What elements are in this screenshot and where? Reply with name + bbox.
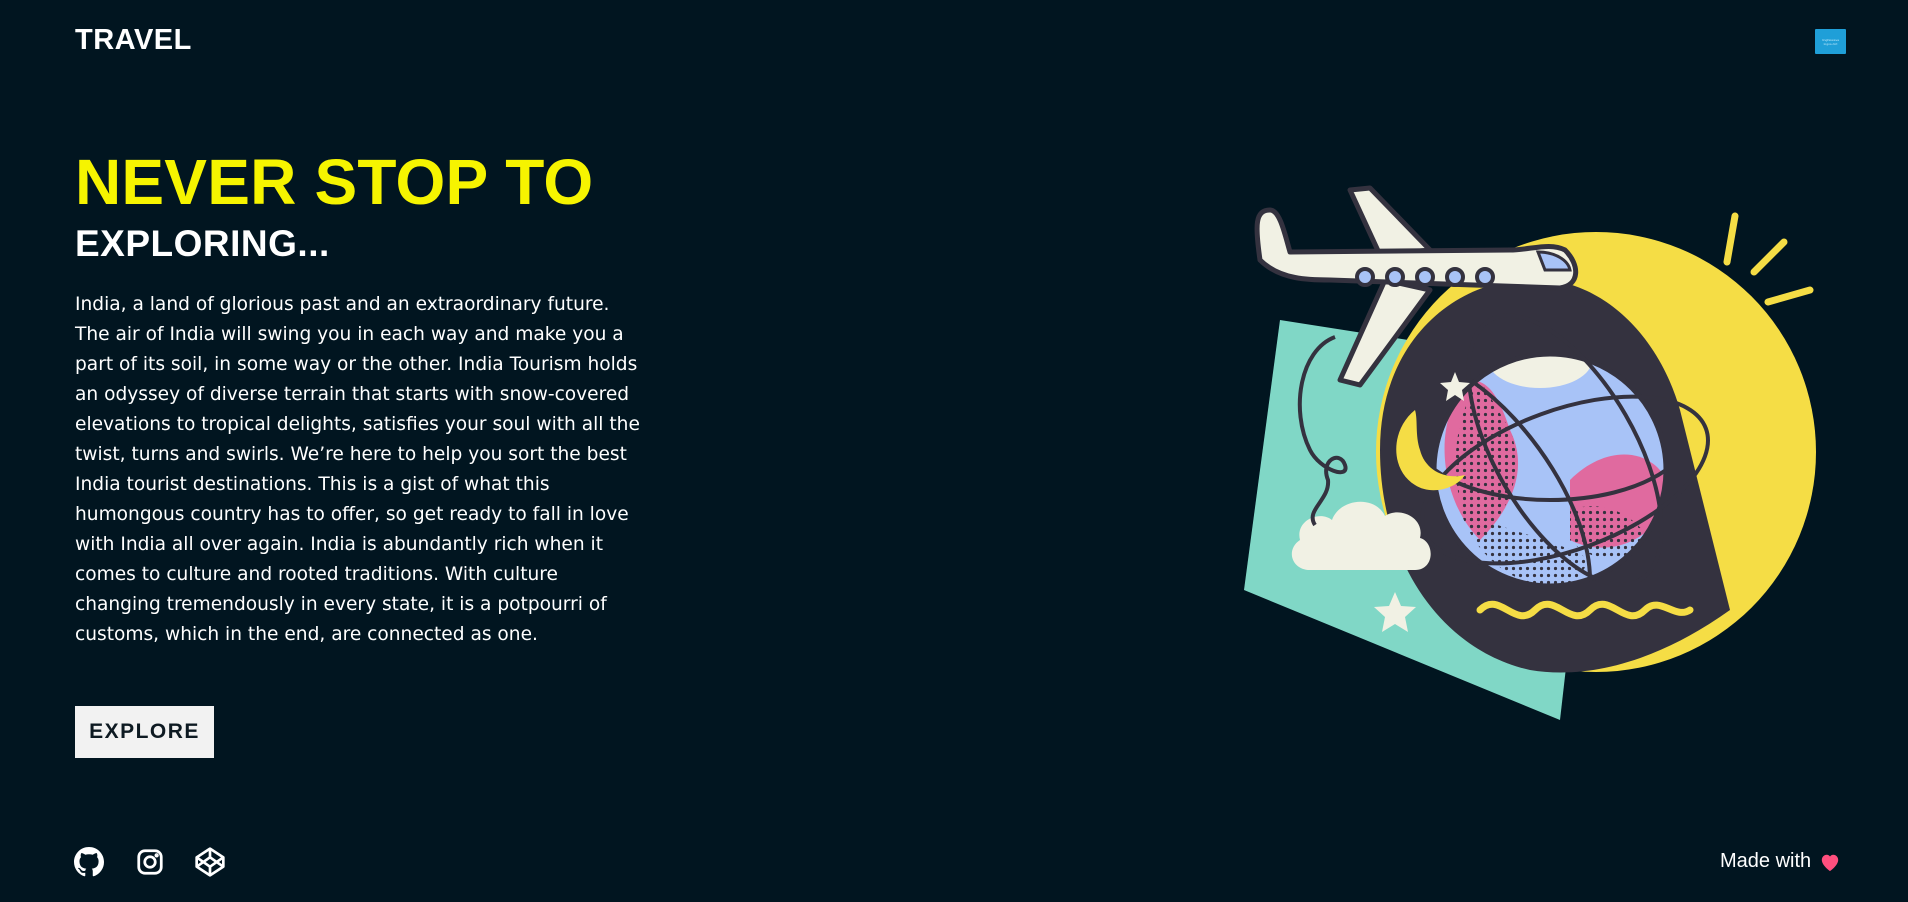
heart-icon bbox=[1821, 854, 1839, 871]
sun-ray bbox=[1750, 238, 1788, 276]
made-with-credit: Made with bbox=[1720, 850, 1841, 873]
menu-button[interactable]: lingfeiwave logos.dot bbox=[1815, 29, 1846, 54]
hero-headline: NEVER STOP TO bbox=[75, 146, 594, 218]
hero-description: India, a land of glorious past and an ex… bbox=[75, 294, 640, 645]
travel-illustration bbox=[1244, 185, 1816, 720]
hero-subheadline: EXPLORING... bbox=[75, 223, 330, 264]
instagram-icon[interactable] bbox=[134, 846, 166, 878]
sun-ray bbox=[1764, 286, 1814, 306]
site-logo[interactable]: TRAVEL bbox=[75, 24, 192, 57]
codepen-icon[interactable] bbox=[194, 846, 226, 878]
explore-button[interactable]: EXPLORE bbox=[75, 706, 214, 758]
github-icon[interactable] bbox=[73, 846, 105, 878]
sun-ray bbox=[1723, 212, 1739, 266]
made-with-text: Made with bbox=[1720, 850, 1812, 872]
menu-button-text-2: logos.dot bbox=[1823, 41, 1838, 46]
